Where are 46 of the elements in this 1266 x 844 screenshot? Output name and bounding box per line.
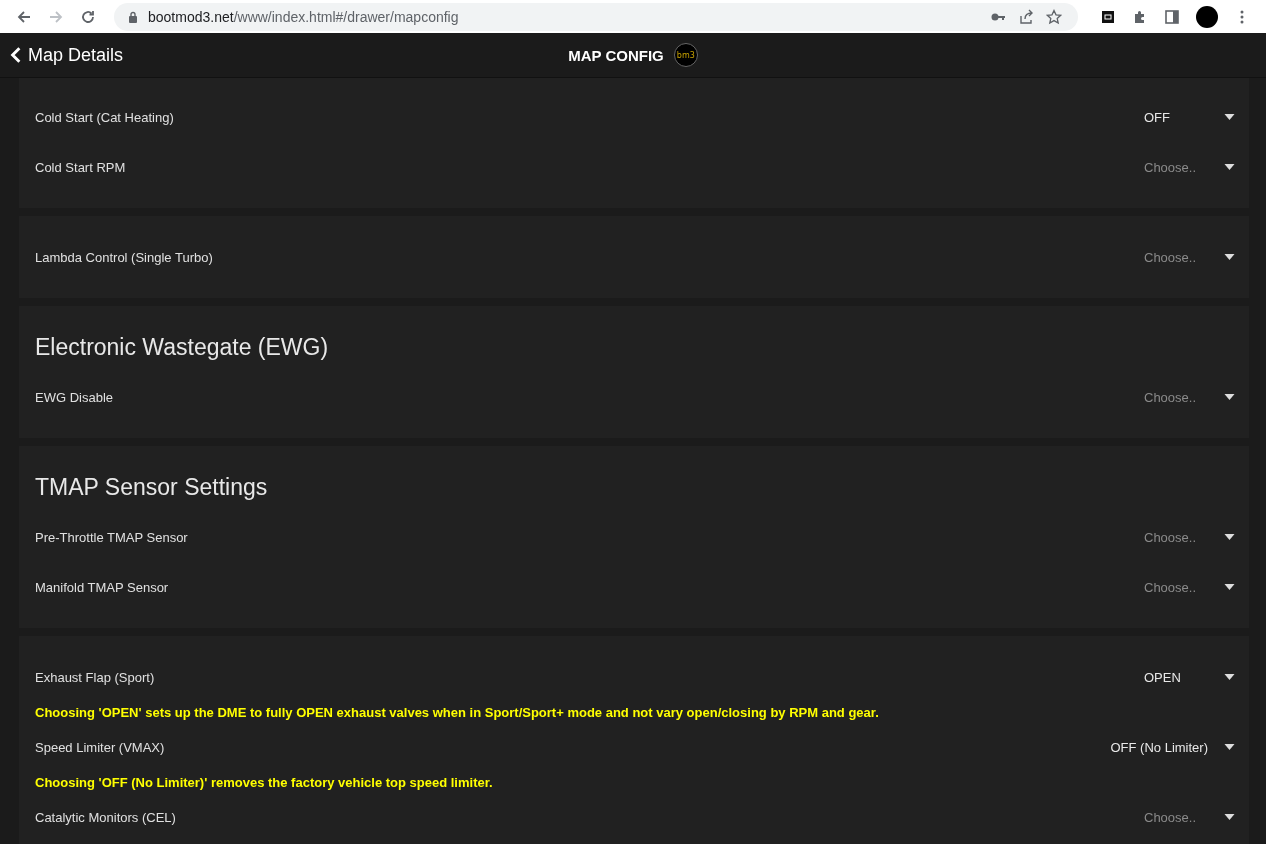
setting-label: Speed Limiter (VMAX) <box>35 739 165 755</box>
chevron-left-icon <box>10 46 22 64</box>
dropdown[interactable]: OFF <box>1144 109 1235 125</box>
section-title: TMAP Sensor Settings <box>35 472 269 502</box>
address-bar[interactable]: bootmod3.net/www/index.html#/drawer/mapconfig <box>114 2 1078 31</box>
lock-icon <box>128 10 138 23</box>
page-title: MAP CONFIG <box>568 46 664 64</box>
profile-avatar[interactable] <box>1196 5 1218 28</box>
dropdown[interactable]: Choose.. <box>1144 529 1235 545</box>
dropdown[interactable]: Choose.. <box>1144 159 1235 175</box>
setting-label: Catalytic Monitors (CEL) <box>35 809 176 825</box>
extension-icon[interactable] <box>1100 8 1116 25</box>
setting-label: Manifold TMAP Sensor <box>35 579 169 595</box>
share-icon[interactable] <box>1018 8 1034 25</box>
back-icon[interactable] <box>16 8 32 25</box>
logo: bm3 <box>673 43 698 67</box>
dropdown[interactable]: Choose.. <box>1144 809 1235 825</box>
caret-icon <box>1224 164 1235 170</box>
caret-icon <box>1224 534 1235 540</box>
star-icon[interactable] <box>1046 8 1062 25</box>
setting-label: Cold Start (Cat Heating) <box>35 109 174 125</box>
hint-text: Choosing 'OFF (No Limiter)' removes the factory vehicle top speed limiter. <box>35 773 494 792</box>
setting-label: Cold Start RPM <box>35 159 126 175</box>
setting-label: EWG Disable <box>35 389 114 405</box>
dropdown[interactable]: Choose.. <box>1144 579 1235 595</box>
caret-icon <box>1224 254 1235 260</box>
setting-label: Exhaust Flap (Sport) <box>35 669 155 685</box>
section-title: Electronic Wastegate (EWG) <box>35 332 330 362</box>
dropdown[interactable]: Choose.. <box>1144 249 1235 265</box>
caret-icon <box>1224 584 1235 590</box>
setting-label: Lambda Control (Single Turbo) <box>35 249 213 265</box>
url-host: bootmod3.net <box>148 8 234 25</box>
reload-icon[interactable] <box>80 8 96 25</box>
caret-icon <box>1224 394 1235 400</box>
caret-icon <box>1224 114 1235 120</box>
url-path: /www/index.html#/drawer/mapconfig <box>233 8 459 25</box>
side-panel-icon[interactable] <box>1164 8 1180 25</box>
dropdown[interactable]: OPEN <box>1144 669 1235 685</box>
caret-icon <box>1224 814 1235 820</box>
setting-label: Pre-Throttle TMAP Sensor <box>35 529 188 545</box>
hint-text: Choosing 'OPEN' sets up the DME to fully OPEN exhaust valves when in Sport/Sport+ mode and not vary open/closing by RPM and gear. <box>35 703 880 722</box>
dropdown[interactable]: OFF (No Limiter) <box>1110 739 1235 755</box>
caret-icon <box>1224 744 1235 750</box>
back-button[interactable]: Map Details <box>0 44 124 66</box>
dropdown[interactable]: Choose.. <box>1144 389 1235 405</box>
caret-icon <box>1224 674 1235 680</box>
